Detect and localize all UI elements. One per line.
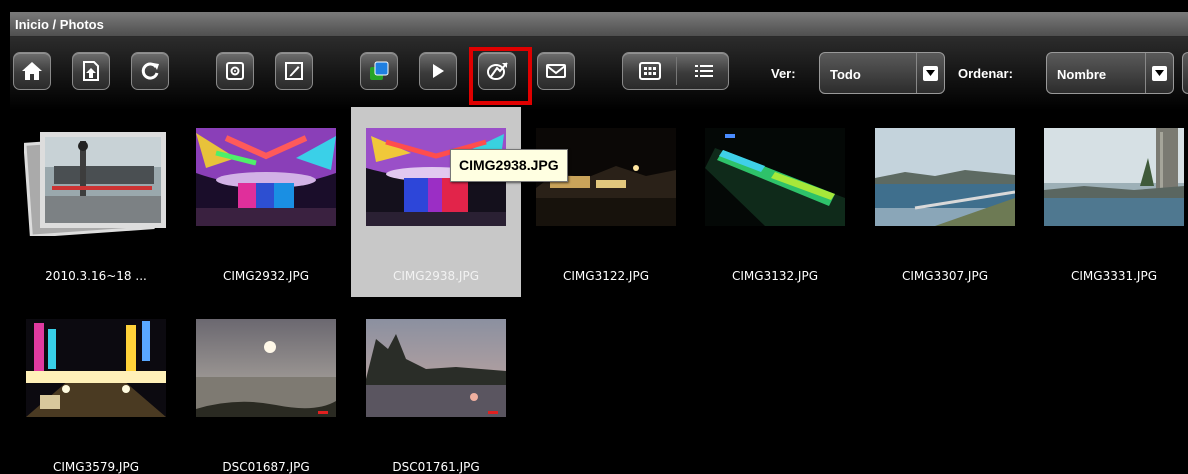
grid-view-button[interactable]: [623, 53, 676, 89]
item-caption: DSC01761.JPG: [392, 460, 480, 474]
settings-icon: [226, 62, 244, 80]
grid-icon: [638, 62, 661, 80]
upload-icon: [83, 61, 99, 81]
photo-thumbnail: [26, 319, 166, 417]
copy-icon: [370, 61, 389, 80]
photo-thumbnail: [196, 128, 336, 226]
refresh-icon: [141, 62, 159, 80]
view-filter-label: Ver:: [771, 66, 796, 81]
sort-label: Ordenar:: [958, 66, 1013, 81]
item-caption: CIMG3331.JPG: [1071, 269, 1157, 283]
view-filter-dropdown[interactable]: [916, 53, 944, 93]
photo-item[interactable]: CIMG2938.JPG: [351, 107, 521, 297]
list-icon: [694, 65, 713, 77]
item-caption: DSC01687.JPG: [222, 460, 310, 474]
view-mode-toggle: [622, 52, 729, 90]
view-filter-select[interactable]: Todo: [819, 52, 945, 94]
list-view-button[interactable]: [677, 53, 730, 89]
upload-button[interactable]: [72, 52, 110, 90]
edit-button[interactable]: [275, 52, 313, 90]
view-filter-value: Todo: [830, 67, 861, 82]
email-button[interactable]: [537, 52, 575, 90]
item-caption: CIMG3307.JPG: [902, 269, 988, 283]
photo-thumbnail: [875, 128, 1015, 226]
item-caption: CIMG2932.JPG: [223, 269, 309, 283]
item-caption: CIMG3132.JPG: [732, 269, 818, 283]
copy-button[interactable]: [360, 52, 398, 90]
chevron-down-icon: [1152, 65, 1167, 81]
item-caption: 2010.3.16~18 ...: [45, 269, 147, 283]
edit-icon: [285, 62, 303, 80]
settings-button[interactable]: [216, 52, 254, 90]
breadcrumb-bar: Inicio / Photos: [10, 12, 1188, 37]
folder-thumbnail: [23, 126, 170, 238]
sort-value: Nombre: [1057, 67, 1107, 82]
item-caption: CIMG3122.JPG: [563, 269, 649, 283]
photo-thumbnail: [366, 319, 506, 417]
photo-item[interactable]: CIMG3331.JPG: [1029, 107, 1188, 297]
play-slideshow-button[interactable]: [419, 52, 457, 90]
photo-item[interactable]: DSC01761.JPG: [351, 298, 521, 474]
publish-button-highlight: [469, 47, 532, 105]
home-icon: [22, 62, 42, 80]
item-caption: CIMG3579.JPG: [53, 460, 139, 474]
sort-select[interactable]: Nombre: [1046, 52, 1174, 94]
photo-item[interactable]: CIMG3307.JPG: [860, 107, 1030, 297]
toolbar-overflow-button[interactable]: [1182, 52, 1188, 94]
refresh-button[interactable]: [131, 52, 169, 90]
play-icon: [433, 64, 444, 78]
breadcrumb[interactable]: Inicio / Photos: [15, 17, 104, 32]
photo-item[interactable]: DSC01687.JPG: [181, 298, 351, 474]
folder-item[interactable]: 2010.3.16~18 ...: [11, 107, 181, 297]
item-caption: CIMG2938.JPG: [393, 269, 479, 283]
photo-thumbnail: [705, 128, 845, 226]
photo-item[interactable]: CIMG3132.JPG: [690, 107, 860, 297]
sort-dropdown[interactable]: [1145, 53, 1173, 93]
photo-item[interactable]: CIMG2932.JPG: [181, 107, 351, 297]
photo-item[interactable]: CIMG3122.JPG: [521, 107, 691, 297]
photo-item[interactable]: CIMG3579.JPG: [11, 298, 181, 474]
filename-tooltip: CIMG2938.JPG: [450, 149, 568, 182]
photo-thumbnail: [196, 319, 336, 417]
photo-thumbnail: [1044, 128, 1184, 226]
chevron-down-icon: [923, 65, 938, 81]
mail-icon: [546, 64, 566, 78]
home-button[interactable]: [13, 52, 51, 90]
